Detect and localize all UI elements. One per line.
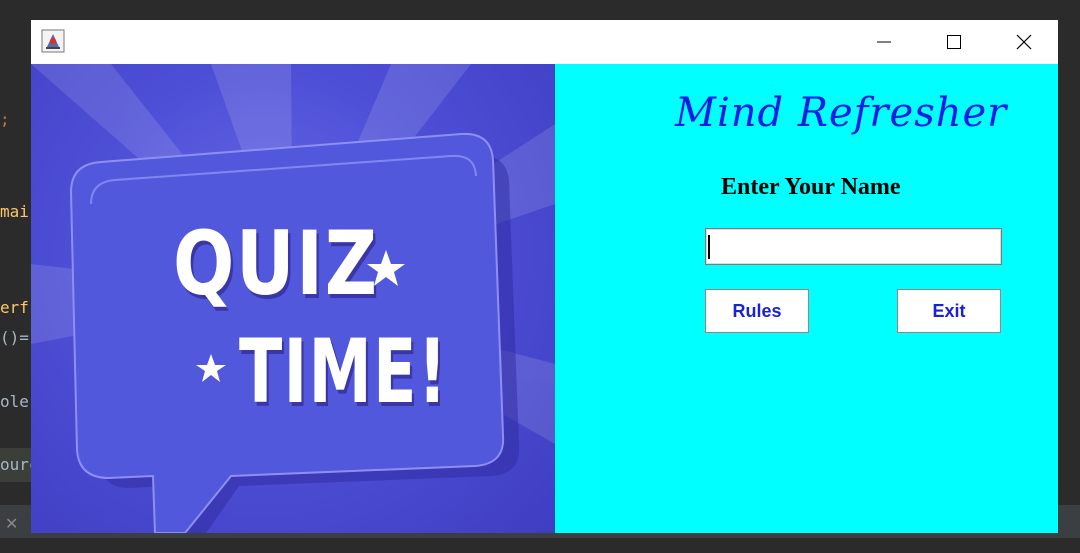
java-app-icon[interactable] — [41, 29, 65, 53]
maximize-button[interactable] — [919, 20, 989, 64]
app-window: QUIZ TIME! Mind Refresher Enter Your Nam… — [31, 20, 1058, 533]
ide-code-fragment: ()= — [0, 328, 29, 347]
close-button[interactable] — [989, 20, 1059, 64]
app-title: Mind Refresher — [675, 90, 1008, 136]
ide-code-fragment: erf — [0, 298, 29, 317]
name-input[interactable] — [705, 228, 1002, 265]
login-panel: Mind Refresher Enter Your Name Rules Exi… — [555, 64, 1058, 533]
maximize-icon — [947, 35, 961, 49]
minimize-icon — [877, 41, 891, 43]
text-caret — [708, 235, 710, 259]
close-icon — [1016, 34, 1032, 50]
banner-line-quiz: QUIZ — [173, 212, 379, 315]
minimize-button[interactable] — [849, 20, 919, 64]
close-icon[interactable]: ✕ — [5, 514, 18, 533]
exit-button[interactable]: Exit — [897, 289, 1001, 333]
ide-status-strip — [0, 538, 1080, 553]
name-label: Enter Your Name — [721, 174, 901, 200]
ide-code-fragment: ; — [0, 110, 10, 129]
quiz-banner-image: QUIZ TIME! — [31, 64, 555, 533]
rules-button[interactable]: Rules — [705, 289, 809, 333]
ide-code-fragment: ole — [0, 392, 29, 411]
ide-code-fragment: mai — [0, 202, 29, 221]
banner-line-time: TIME! — [239, 320, 449, 423]
title-bar — [31, 20, 1058, 64]
